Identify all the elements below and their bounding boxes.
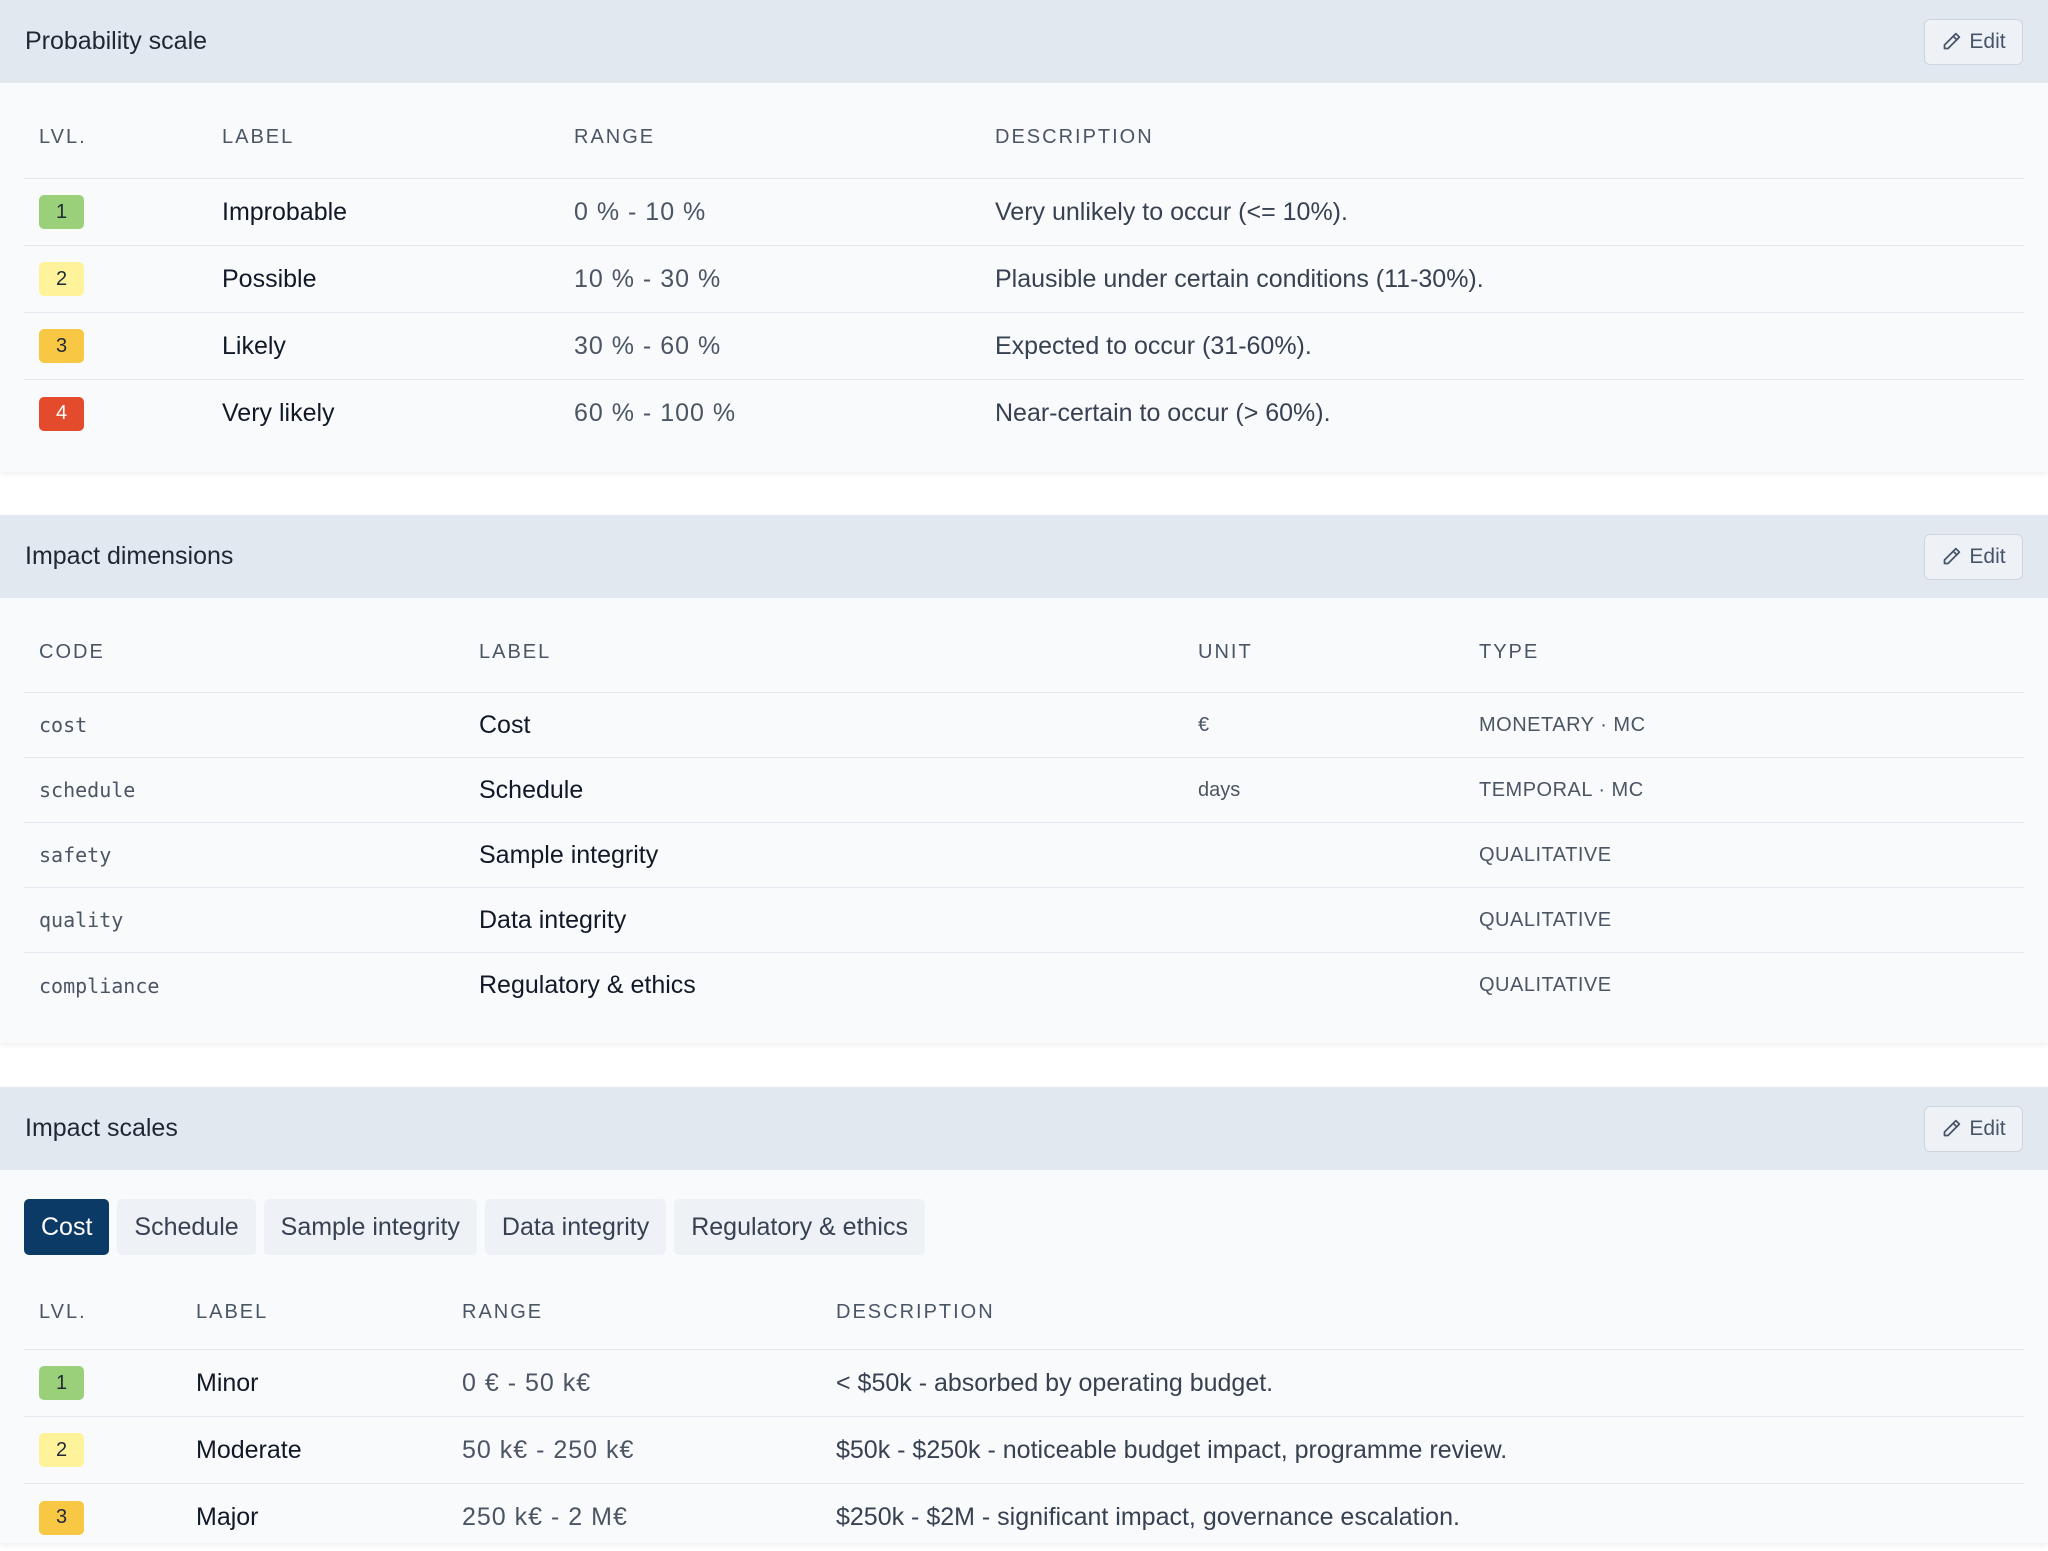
impact-scale-table: LVL. LABEL RANGE DESCRIPTION 1 Minor 0 €…: [24, 1275, 2024, 1551]
section-title: Impact scales: [25, 1114, 178, 1142]
level-range: 250 k€ - 2 M€: [462, 1503, 628, 1531]
table-row: quality Data integrity QUALITATIVE: [24, 888, 2024, 953]
level-label: Moderate: [196, 1435, 302, 1464]
table-header-row: LVL. LABEL RANGE DESCRIPTION: [24, 1275, 2024, 1350]
dimension-label: Cost: [479, 710, 531, 739]
probability-table: LVL. LABEL RANGE DESCRIPTION 1 Improbabl…: [24, 83, 2024, 447]
dimension-label: Schedule: [479, 775, 584, 804]
level-description: Very unlikely to occur (<= 10%).: [995, 197, 1348, 226]
pencil-icon: [1941, 1118, 1962, 1139]
level-description: Near-certain to occur (> 60%).: [995, 399, 1331, 427]
tab-cost[interactable]: Cost: [24, 1199, 110, 1255]
col-header-code: CODE: [39, 640, 105, 663]
level-description: Expected to occur (31-60%).: [995, 331, 1312, 360]
dimension-code: compliance: [39, 973, 160, 998]
edit-dimensions-button[interactable]: Edit: [1924, 533, 2023, 580]
level-label: Minor: [196, 1368, 259, 1397]
dimension-code: safety: [39, 843, 112, 867]
level-description: $50k - $250k - noticeable budget impact,…: [836, 1435, 1508, 1464]
level-badge: 3: [39, 329, 84, 363]
col-header-description: DESCRIPTION: [836, 1300, 995, 1323]
dimension-type: TEMPORAL · MC: [1479, 778, 1644, 801]
dimension-type: MONETARY · MC: [1479, 713, 1646, 736]
pencil-icon: [1941, 546, 1962, 567]
probability-scale-header: Probability scale Edit: [0, 0, 2048, 83]
impact-dimensions-card: Impact dimensions Edit CODE LABEL UNIT T…: [0, 515, 2048, 1043]
level-label: Very likely: [222, 399, 335, 427]
dimension-type: QUALITATIVE: [1479, 974, 1612, 996]
table-row: schedule Schedule days TEMPORAL · MC: [24, 758, 2024, 823]
level-label: Improbable: [222, 197, 348, 226]
table-row: compliance Regulatory & ethics QUALITATI…: [24, 953, 2024, 1018]
table-row: 1 Minor 0 € - 50 k€ < $50k - absorbed by…: [24, 1350, 2024, 1417]
col-header-level: LVL.: [39, 1300, 87, 1323]
pencil-icon: [1941, 31, 1962, 52]
dimension-unit: days: [1198, 778, 1241, 801]
table-row: 1 Improbable 0 % - 10 % Very unlikely to…: [24, 179, 2024, 246]
table-row: 3 Major 250 k€ - 2 M€ $250k - $2M - sign…: [24, 1484, 2024, 1551]
col-header-range: RANGE: [462, 1300, 544, 1323]
level-badge: 2: [39, 262, 84, 296]
col-header-label: LABEL: [479, 640, 552, 663]
level-range: 10 % - 30 %: [574, 264, 722, 293]
dimension-tabs: Cost Schedule Sample integrity Data inte…: [24, 1199, 925, 1255]
table-row: safety Sample integrity QUALITATIVE: [24, 823, 2024, 888]
level-range: 50 k€ - 250 k€: [462, 1435, 635, 1464]
level-badge: 1: [39, 195, 84, 229]
impact-scales-card: Impact scales Edit Cost Schedule Sample …: [0, 1087, 2048, 1543]
col-header-description: DESCRIPTION: [995, 126, 1154, 148]
edit-label: Edit: [1969, 1116, 2006, 1140]
level-badge: 1: [39, 1366, 84, 1400]
dimension-type: QUALITATIVE: [1479, 843, 1612, 866]
level-label: Major: [196, 1503, 259, 1531]
section-title: Impact dimensions: [25, 542, 234, 570]
level-description: $250k - $2M - significant impact, govern…: [836, 1503, 1460, 1531]
tab-data-integrity[interactable]: Data integrity: [484, 1199, 667, 1255]
col-header-label: LABEL: [222, 126, 295, 148]
tab-regulatory-ethics[interactable]: Regulatory & ethics: [674, 1199, 925, 1255]
level-description: < $50k - absorbed by operating budget.: [836, 1368, 1274, 1397]
table-row: cost Cost € MONETARY · MC: [24, 693, 2024, 758]
tab-sample-integrity[interactable]: Sample integrity: [263, 1199, 477, 1255]
tab-schedule[interactable]: Schedule: [117, 1199, 256, 1255]
table-row: 2 Moderate 50 k€ - 250 k€ $50k - $250k -…: [24, 1417, 2024, 1484]
section-title: Probability scale: [25, 27, 208, 55]
dimension-label: Regulatory & ethics: [479, 971, 696, 999]
col-header-type: TYPE: [1479, 640, 1540, 663]
table-header-row: LVL. LABEL RANGE DESCRIPTION: [24, 83, 2024, 179]
edit-label: Edit: [1969, 29, 2006, 53]
dimensions-table: CODE LABEL UNIT TYPE cost Cost € MONETAR…: [24, 598, 2024, 1018]
level-badge: 2: [39, 1433, 84, 1467]
level-range: 30 % - 60 %: [574, 331, 722, 360]
col-header-range: RANGE: [574, 126, 656, 148]
level-range: 0 % - 10 %: [574, 197, 707, 226]
dimension-code: cost: [39, 713, 88, 737]
dimension-code: quality: [39, 908, 124, 932]
impact-scales-header: Impact scales Edit: [0, 1087, 2048, 1170]
table-row: 4 Very likely 60 % - 100 % Near-certain …: [24, 380, 2024, 447]
table-header-row: CODE LABEL UNIT TYPE: [24, 598, 2024, 693]
dimension-code: schedule: [39, 778, 136, 802]
col-header-level: LVL.: [39, 126, 87, 148]
edit-scales-button[interactable]: Edit: [1924, 1105, 2023, 1152]
level-label: Likely: [222, 331, 286, 360]
table-row: 2 Possible 10 % - 30 % Plausible under c…: [24, 246, 2024, 313]
edit-probability-button[interactable]: Edit: [1924, 18, 2023, 65]
col-header-label: LABEL: [196, 1300, 269, 1323]
edit-label: Edit: [1969, 544, 2006, 568]
dimension-type: QUALITATIVE: [1479, 908, 1612, 931]
col-header-unit: UNIT: [1198, 640, 1253, 663]
dimension-label: Data integrity: [479, 905, 627, 934]
level-badge: 4: [39, 396, 84, 431]
level-range: 0 € - 50 k€: [462, 1368, 592, 1397]
impact-dimensions-header: Impact dimensions Edit: [0, 515, 2048, 598]
level-label: Possible: [222, 264, 317, 293]
table-row: 3 Likely 30 % - 60 % Expected to occur (…: [24, 313, 2024, 380]
level-description: Plausible under certain conditions (11-3…: [995, 264, 1484, 293]
level-badge: 3: [39, 1500, 84, 1535]
dimension-unit: €: [1198, 713, 1210, 736]
probability-scale-card: Probability scale Edit LVL. LABEL RANGE …: [0, 0, 2048, 472]
level-range: 60 % - 100 %: [574, 399, 737, 427]
dimension-label: Sample integrity: [479, 840, 659, 869]
